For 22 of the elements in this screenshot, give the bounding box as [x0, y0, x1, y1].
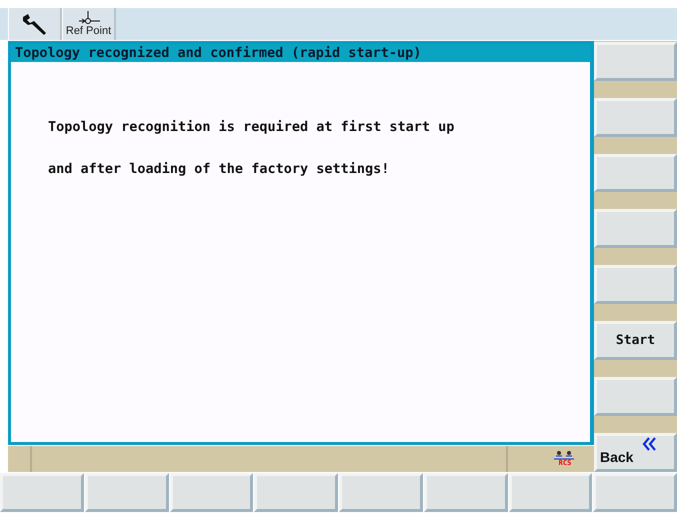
ref-point-button[interactable]: Ref Point — [62, 8, 116, 40]
message-text: and after loading of the factory settings! — [48, 161, 390, 177]
softkey[interactable] — [84, 473, 168, 512]
start-softkey[interactable]: Start — [594, 321, 677, 360]
softkey[interactable] — [339, 473, 423, 512]
softkey[interactable] — [593, 473, 677, 512]
softkey[interactable] — [594, 265, 677, 304]
softkey[interactable] — [594, 98, 677, 137]
softkey[interactable] — [594, 209, 677, 248]
softkey[interactable] — [170, 473, 254, 512]
wrench-button[interactable] — [8, 8, 62, 40]
softkey[interactable] — [0, 473, 84, 512]
softkey[interactable] — [508, 473, 592, 512]
softkey[interactable] — [424, 473, 508, 512]
softkey[interactable] — [594, 42, 677, 81]
softkey[interactable] — [594, 154, 677, 192]
double-chevron-icon — [642, 436, 656, 451]
message-text: Topology recognition is required at first start up — [48, 119, 456, 135]
softkey[interactable] — [594, 376, 677, 416]
softkey[interactable] — [254, 473, 338, 512]
back-softkey[interactable]: Back — [594, 432, 677, 472]
dialog-title: Topology recognized and confirmed (rapid start-up) — [11, 44, 590, 62]
